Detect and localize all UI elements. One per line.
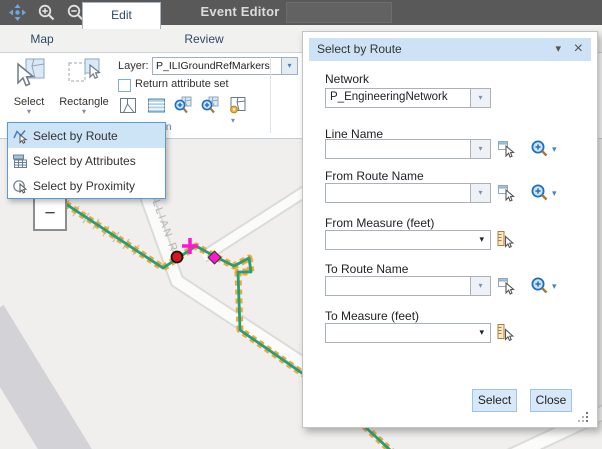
- from-route-zoom-icon[interactable]: [530, 183, 549, 202]
- tab-review[interactable]: Review: [162, 27, 246, 52]
- close-button[interactable]: Close: [530, 389, 572, 412]
- from-measure-ruler-icon[interactable]: [496, 230, 515, 249]
- select-dropdown-menu: Select by Route Select by Attributes Sel…: [7, 122, 166, 199]
- attribute-table-icon[interactable]: [146, 95, 167, 116]
- from-measure-caret[interactable]: ▾: [479, 234, 484, 245]
- map-zoom-out-button[interactable]: −: [34, 196, 66, 230]
- rectangle-tool-button[interactable]: Rectangle ▾: [56, 56, 112, 116]
- to-route-dropdown[interactable]: ▾: [325, 276, 491, 296]
- resize-grip[interactable]: [574, 412, 588, 423]
- to-measure-label: To Measure (feet): [325, 309, 419, 323]
- from-measure-value: [330, 233, 468, 248]
- to-route-zoom-caret[interactable]: ▾: [552, 281, 557, 292]
- rectangle-tool-icon: [66, 56, 102, 90]
- to-route-select-on-map-icon[interactable]: [497, 277, 516, 296]
- event-editor-window: Event Editor Map Review Edit Select ▾ Re…: [0, 0, 602, 449]
- network-value: P_EngineeringNetwork: [330, 91, 468, 106]
- select-by-attributes-icon: [12, 153, 28, 169]
- menu-item-label: Select by Proximity: [33, 179, 135, 193]
- menu-item-select-by-route[interactable]: Select by Route: [8, 123, 165, 148]
- to-measure-caret[interactable]: ▾: [479, 327, 484, 338]
- select-by-route-icon: [12, 128, 28, 144]
- select-tool-icon: [11, 56, 47, 90]
- to-route-zoom-icon[interactable]: [530, 276, 549, 295]
- from-route-zoom-caret[interactable]: ▾: [552, 188, 557, 199]
- from-route-value: [330, 186, 468, 201]
- select-features-icon[interactable]: [118, 95, 139, 116]
- selection-options-icon[interactable]: [227, 95, 248, 116]
- network-dropdown-caret[interactable]: ▾: [470, 89, 490, 107]
- from-route-dropdown[interactable]: ▾: [325, 183, 491, 203]
- from-measure-label: From Measure (feet): [325, 216, 434, 230]
- zoom-in-icon[interactable]: [37, 3, 56, 22]
- to-route-label: To Route Name: [325, 262, 408, 276]
- from-measure-dropdown[interactable]: ▾: [325, 230, 491, 250]
- line-select-on-map-icon[interactable]: [497, 140, 516, 159]
- line-name-dropdown-caret[interactable]: ▾: [470, 140, 490, 158]
- tab-map[interactable]: Map: [2, 27, 82, 52]
- line-name-dropdown[interactable]: ▾: [325, 139, 491, 159]
- return-attribute-set-label: Return attribute set: [135, 78, 229, 90]
- panel-title: Select by Route: [317, 38, 402, 61]
- layer-label: Layer:: [118, 60, 149, 72]
- layer-dropdown-value: P_ILIGroundRefMarkers: [156, 60, 280, 72]
- rectangle-tool-caret[interactable]: ▾: [56, 108, 112, 116]
- return-attribute-set-checkbox[interactable]: [118, 79, 131, 92]
- map-zoom-out-label: −: [44, 203, 55, 224]
- panel-header[interactable]: Select by Route ▾ ×: [309, 38, 591, 61]
- from-route-dropdown-caret[interactable]: ▾: [470, 184, 490, 202]
- menu-item-select-by-attributes[interactable]: Select by Attributes: [8, 148, 165, 173]
- from-route-select-on-map-icon[interactable]: [497, 184, 516, 203]
- titlebar-inactive-box: [286, 2, 392, 23]
- select-by-route-panel: Select by Route ▾ × Network P_Engineerin…: [302, 31, 598, 428]
- pan-to-selection-icon[interactable]: [199, 95, 220, 116]
- select-tool-button[interactable]: Select ▾: [6, 56, 52, 116]
- point-event-marker: [172, 252, 183, 263]
- pan-icon[interactable]: [8, 3, 27, 22]
- select-button[interactable]: Select: [472, 389, 517, 412]
- menu-item-label: Select by Route: [33, 129, 118, 143]
- line-zoom-icon[interactable]: [530, 139, 549, 158]
- tab-edit[interactable]: Edit: [82, 2, 161, 29]
- select-by-proximity-icon: [12, 178, 28, 194]
- to-route-value: [330, 279, 468, 294]
- to-measure-dropdown[interactable]: ▾: [325, 323, 491, 343]
- to-measure-value: [330, 326, 468, 341]
- from-route-label: From Route Name: [325, 169, 424, 183]
- layer-dropdown[interactable]: P_ILIGroundRefMarkers ▾: [152, 57, 298, 75]
- panel-menu-caret[interactable]: ▾: [555, 38, 561, 61]
- menu-item-select-by-proximity[interactable]: Select by Proximity: [8, 173, 165, 198]
- line-name-value: [330, 142, 468, 157]
- network-dropdown[interactable]: P_EngineeringNetwork ▾: [325, 88, 491, 108]
- panel-close-icon[interactable]: ×: [574, 38, 583, 60]
- network-label: Network: [325, 72, 369, 86]
- to-measure-ruler-icon[interactable]: [496, 323, 515, 342]
- selection-options-caret[interactable]: ▾: [231, 117, 235, 125]
- line-zoom-caret[interactable]: ▾: [552, 144, 557, 155]
- menu-item-label: Select by Attributes: [33, 154, 136, 168]
- select-tool-caret[interactable]: ▾: [6, 108, 52, 116]
- layer-dropdown-caret[interactable]: ▾: [281, 58, 297, 74]
- zoom-to-selection-icon[interactable]: [172, 95, 193, 116]
- ribbon-separator: [270, 57, 271, 133]
- to-route-dropdown-caret[interactable]: ▾: [470, 277, 490, 295]
